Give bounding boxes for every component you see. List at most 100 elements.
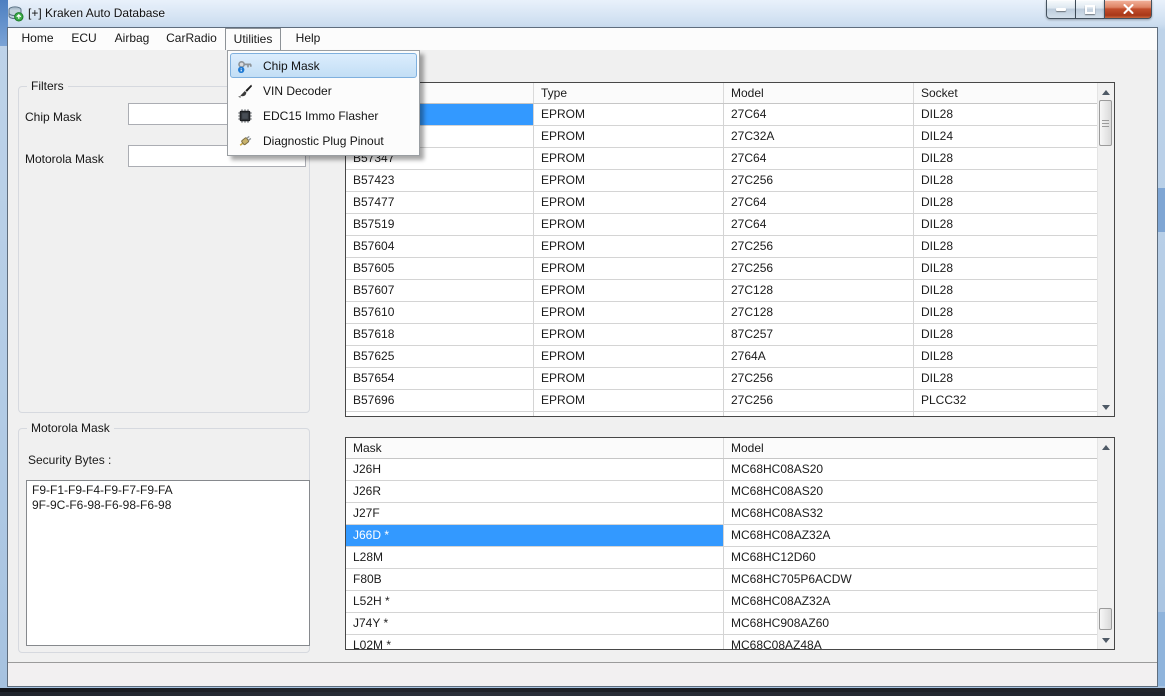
cell-model[interactable]: 87C257 [724, 324, 914, 345]
cell-mask[interactable]: J26R [346, 481, 724, 502]
cell-mask[interactable]: J27F [346, 503, 724, 524]
table-row[interactable]: J27F MC68HC08AS32 [346, 503, 1097, 525]
cell-socket[interactable]: DIL28 [914, 324, 1097, 345]
cell-type[interactable]: EPROM [534, 214, 724, 235]
cell-model[interactable]: MC68C08AZ48A [724, 635, 1097, 649]
cell-socket[interactable]: DIL28 [914, 148, 1097, 169]
table-row[interactable]: B57347 EPROM 27C64 DIL28 [346, 148, 1097, 170]
table-row[interactable]: B57605 EPROM 27C256 DIL28 [346, 258, 1097, 280]
table-row[interactable]: B57423 EPROM 27C256 DIL28 [346, 170, 1097, 192]
scroll-up-button[interactable] [1098, 84, 1114, 100]
cell-socket[interactable]: DIL28 [914, 280, 1097, 301]
cell-model[interactable]: 27C32A [724, 126, 914, 147]
cell-type[interactable]: EPROM [534, 258, 724, 279]
cell-model[interactable]: 27C256 [724, 170, 914, 191]
cell-model[interactable]: 27C64 [724, 214, 914, 235]
menu-carradio[interactable]: CarRadio [163, 28, 220, 50]
table-row[interactable]: L02M * MC68C08AZ48A [346, 635, 1097, 649]
cell-mask[interactable]: B57607 [346, 280, 534, 301]
table-row[interactable]: J74Y * MC68HC908AZ60 [346, 613, 1097, 635]
scrollbar-thumb[interactable] [1099, 608, 1112, 630]
menu-item-edc15-immo-flasher[interactable]: EDC15 Immo Flasher [230, 103, 417, 128]
cell-type[interactable]: EPROM [534, 390, 724, 411]
cell-mask[interactable]: J74Y * [346, 613, 724, 634]
column-header-model[interactable]: Model [724, 83, 914, 103]
cell-mask[interactable]: B57423 [346, 170, 534, 191]
cell-type[interactable]: EPROM [534, 302, 724, 323]
cell-model[interactable]: 27C64 [724, 104, 914, 125]
table-row[interactable]: B57604 EPROM 27C256 DIL28 [346, 236, 1097, 258]
cell-mask[interactable]: B57696 [346, 390, 534, 411]
table-row[interactable]: J66D * MC68HC08AZ32A [346, 525, 1097, 547]
cell-mask[interactable]: B57605 [346, 258, 534, 279]
table-row[interactable]: F80B MC68HC705P6ACDW [346, 569, 1097, 591]
cell-model[interactable]: MC68HC908AZ60 [724, 613, 1097, 634]
cell-type[interactable]: EPROM [534, 368, 724, 389]
column-header-model[interactable]: Model [724, 438, 1097, 458]
cell-mask[interactable]: L52H * [346, 591, 724, 612]
scroll-down-button[interactable] [1098, 399, 1114, 415]
cell-type[interactable]: EPROM [534, 236, 724, 257]
cell-mask[interactable]: B57618 [346, 324, 534, 345]
cell-mask[interactable]: L28M [346, 547, 724, 568]
cell-type[interactable]: EPROM [534, 126, 724, 147]
menu-item-diagnostic-plug-pinout[interactable]: Diagnostic Plug Pinout [230, 128, 417, 153]
cell-type[interactable]: EPROM [534, 324, 724, 345]
cell-model[interactable]: MC68HC08AS20 [724, 459, 1097, 480]
menu-ecu[interactable]: ECU [67, 28, 101, 50]
cell-model[interactable]: 27C64 [724, 192, 914, 213]
cell-mask[interactable]: L02M * [346, 635, 724, 649]
column-header-mask[interactable]: Mask [346, 438, 724, 458]
scroll-up-button[interactable] [1098, 439, 1114, 455]
table-row[interactable]: L52H * MC68HC08AZ32A [346, 591, 1097, 613]
table-row[interactable]: B57696 EPROM 27C256 PLCC32 [346, 390, 1097, 412]
menu-home[interactable]: Home [18, 28, 57, 50]
table-row[interactable]: B57607 EPROM 27C128 DIL28 [346, 280, 1097, 302]
cell-model[interactable]: MC68HC08AZ32A [724, 591, 1097, 612]
cell-model[interactable]: 27C128 [724, 280, 914, 301]
security-bytes-box[interactable]: F9-F1-F9-F4-F9-F7-F9-FA 9F-9C-F6-98-F6-9… [26, 480, 310, 646]
minimize-button[interactable] [1046, 0, 1076, 19]
menu-utilities[interactable]: Utilities [225, 28, 281, 50]
cell-model[interactable]: 27C64 [724, 148, 914, 169]
table-row[interactable]: B57654 EPROM 27C256 DIL28 [346, 368, 1097, 390]
column-header-type[interactable]: Type [534, 83, 724, 103]
scroll-down-button[interactable] [1098, 632, 1114, 648]
cell-socket[interactable]: DIL28 [914, 214, 1097, 235]
cell-mask[interactable]: B57625 [346, 346, 534, 367]
cell-mask[interactable]: J66D * [346, 525, 724, 546]
table-row[interactable]: B57625 EPROM 2764A DIL28 [346, 346, 1097, 368]
menu-item-vin-decoder[interactable]: VIN Decoder [230, 78, 417, 103]
cell-model[interactable]: 27C256 [724, 368, 914, 389]
cell-socket[interactable]: DIL28 [914, 170, 1097, 191]
cell-mask[interactable]: F80B [346, 569, 724, 590]
table-row[interactable]: B57610 EPROM 27C128 DIL28 [346, 302, 1097, 324]
cell-mask[interactable]: B57610 [346, 302, 534, 323]
table-row[interactable]: EPROM 27C32A DIL24 [346, 126, 1097, 148]
cell-model[interactable]: 27C256 [724, 236, 914, 257]
cell-socket[interactable]: DIL28 [914, 302, 1097, 323]
table-row[interactable]: B57477 EPROM 27C64 DIL28 [346, 192, 1097, 214]
motorola-table-scrollbar[interactable] [1097, 438, 1114, 649]
table-row[interactable]: L28M MC68HC12D60 [346, 547, 1097, 569]
table-row[interactable]: J26R MC68HC08AS20 [346, 481, 1097, 503]
cell-model[interactable]: 27C256 [724, 258, 914, 279]
cell-model[interactable]: MC68HC12D60 [724, 547, 1097, 568]
cell-model[interactable]: MC68HC08AS32 [724, 503, 1097, 524]
menu-item-chip-mask[interactable]: Chip Mask [230, 53, 417, 78]
close-button[interactable] [1104, 0, 1152, 19]
cell-mask[interactable]: B57654 [346, 368, 534, 389]
scrollbar-thumb[interactable] [1099, 100, 1112, 146]
table-row[interactable]: J26H MC68HC08AS20 [346, 459, 1097, 481]
table-row[interactable]: B57519 EPROM 27C64 DIL28 [346, 214, 1097, 236]
cell-socket[interactable]: DIL28 [914, 258, 1097, 279]
cell-socket[interactable]: DIL28 [914, 236, 1097, 257]
cell-mask[interactable]: J26H [346, 459, 724, 480]
cell-model[interactable]: 27C256 [724, 390, 914, 411]
cell-model[interactable]: MC68HC08AZ32A [724, 525, 1097, 546]
title-bar[interactable]: [+] Kraken Auto Database [0, 0, 1165, 28]
cell-type[interactable]: EPROM [534, 170, 724, 191]
table-row[interactable]: B57618 EPROM 87C257 DIL28 [346, 324, 1097, 346]
cell-socket[interactable]: DIL24 [914, 126, 1097, 147]
column-header-socket[interactable]: Socket [914, 83, 1097, 103]
